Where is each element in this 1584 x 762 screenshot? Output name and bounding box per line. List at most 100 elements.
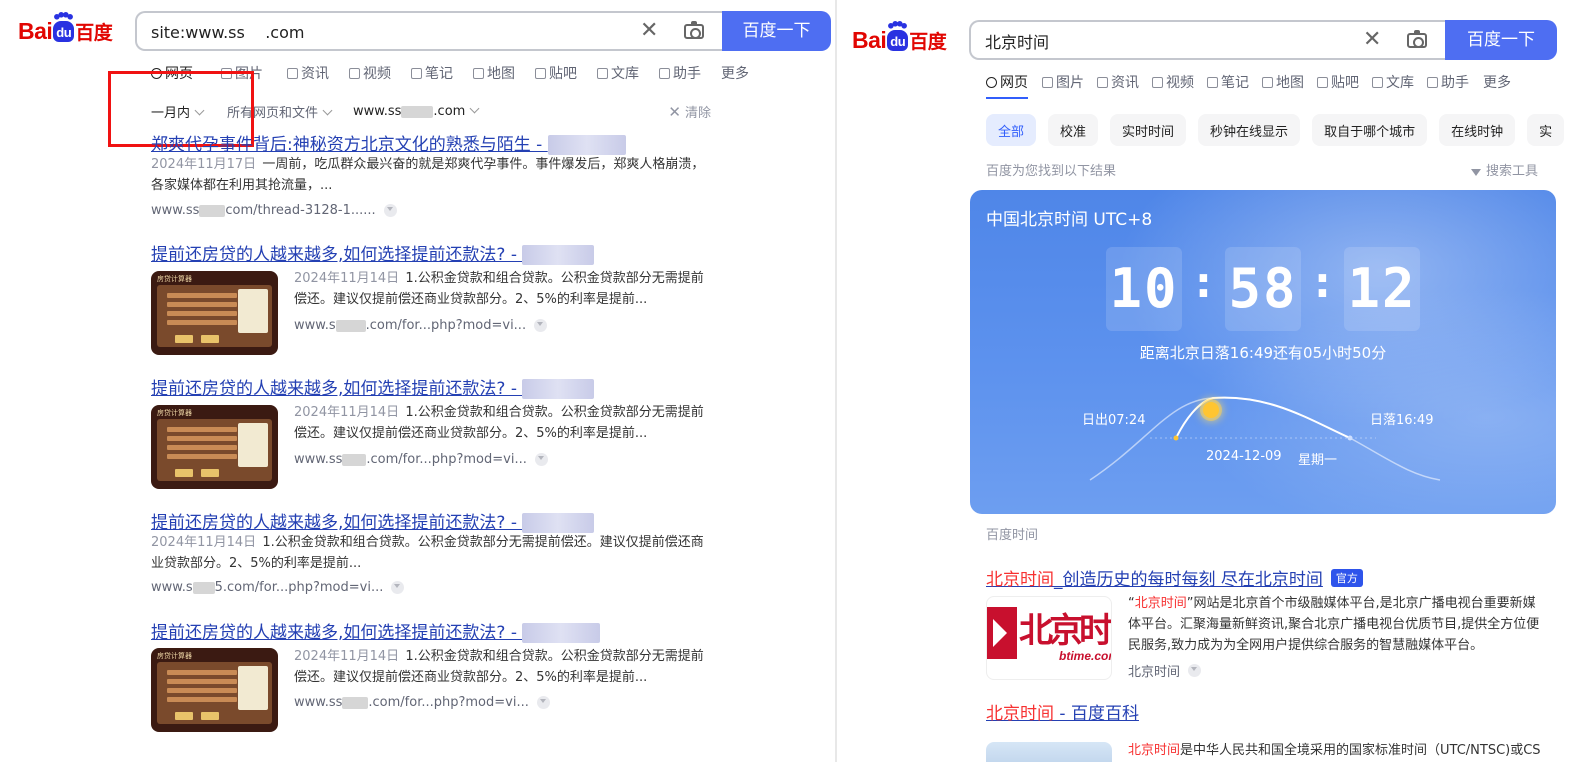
result-url[interactable]: www.ss .com/for...php?mod=vi... — [294, 695, 550, 710]
clock-colon: : — [1314, 258, 1331, 307]
ai-icon — [659, 67, 670, 79]
tab-label: 助手 — [673, 66, 701, 82]
tab-assistant[interactable]: 助手 — [659, 63, 701, 83]
title-keyword: 北京时间 — [986, 704, 1054, 724]
dropdown-icon[interactable] — [534, 453, 548, 466]
chip-calibrate[interactable]: 校准 — [1048, 114, 1099, 146]
search-input[interactable] — [985, 30, 1355, 52]
result-title-link[interactable]: 郑爽代孕事件背后:神秘资方北京文化的熟悉与陌生 - — [151, 130, 626, 155]
result-title-link[interactable]: 北京时间 - 百度百科 — [986, 699, 1139, 724]
chip-online-clock[interactable]: 在线时钟 — [1439, 114, 1516, 146]
clear-icon[interactable]: ✕ — [1363, 29, 1381, 51]
clock-title: 中国北京时间 UTC+8 — [986, 210, 1153, 230]
chip-city[interactable]: 取自于哪个城市 — [1312, 114, 1428, 146]
tab-wenku[interactable]: 文库 — [1372, 72, 1414, 99]
url-part: www.s — [151, 580, 193, 595]
tieba-icon — [535, 67, 546, 79]
tab-images[interactable]: 图片 — [1042, 72, 1084, 99]
sunset-time: 日落16:49 — [1370, 413, 1434, 428]
search-button[interactable]: 百度一下 — [1445, 20, 1557, 60]
dropdown-icon[interactable] — [391, 581, 405, 594]
tab-notes[interactable]: 笔记 — [411, 63, 453, 83]
tab-map[interactable]: 地图 — [1262, 72, 1304, 99]
tab-video[interactable]: 视频 — [349, 63, 391, 83]
clock-hours: 10 — [1106, 247, 1182, 331]
thumb-row — [167, 427, 237, 432]
thumb-header: 房贷计算器 — [157, 275, 192, 283]
dropdown-icon[interactable] — [383, 204, 397, 217]
result-title-link[interactable]: 提前还房贷的人越来越多,如何选择提前还款法? - — [151, 240, 595, 265]
tab-web[interactable]: 网页 — [986, 72, 1028, 99]
logo-text-bai: Bai — [852, 27, 887, 53]
result-url[interactable]: www.s .com/for...php?mod=vi... — [294, 318, 548, 333]
chip-all[interactable]: 全部 — [986, 114, 1037, 146]
tab-wenku[interactable]: 文库 — [597, 63, 639, 83]
url-part: 5.com/for...php?mod=vi... — [214, 580, 384, 595]
thumb-row — [167, 670, 237, 675]
url-part: www.s — [294, 318, 336, 333]
filter-clear-button[interactable]: ✕ 清除 — [668, 102, 711, 121]
result-date: 2024年11月14日 — [294, 405, 400, 420]
result-url[interactable]: www.ss .com/for...php?mod=vi... — [294, 452, 548, 467]
tab-more[interactable]: 更多 — [1483, 72, 1511, 99]
btime-logo[interactable]: 北京时间 btime.com — [986, 596, 1112, 680]
baidu-logo[interactable]: Bai du 百度 — [852, 21, 947, 54]
result-title-link[interactable]: 提前还房贷的人越来越多,如何选择提前还款法? - — [151, 374, 595, 399]
filter-site-tld: .com — [433, 104, 466, 119]
clear-icon[interactable]: ✕ — [640, 20, 658, 42]
tab-map[interactable]: 地图 — [473, 63, 515, 83]
result-date: 2024年11月14日 — [294, 649, 400, 664]
tab-notes[interactable]: 笔记 — [1207, 72, 1249, 99]
dropdown-icon[interactable] — [534, 319, 548, 332]
result-thumbnail[interactable]: 房贷计算器 — [151, 405, 278, 489]
tab-video[interactable]: 视频 — [1152, 72, 1194, 99]
filter-site[interactable]: www.ss .com — [353, 103, 480, 119]
desc-keyword: 北京时间 — [1128, 743, 1181, 758]
camera-icon[interactable] — [684, 21, 704, 39]
result-title-link[interactable]: 提前还房贷的人越来越多,如何选择提前还款法? - — [151, 618, 601, 643]
thumb-row — [167, 436, 237, 441]
sun-path-curve — [1089, 396, 1441, 481]
search-button[interactable]: 百度一下 — [722, 11, 831, 51]
baidu-logo[interactable]: Bai du 百度 — [18, 12, 113, 45]
tab-label: 地图 — [1276, 75, 1304, 91]
thumb-row — [167, 302, 237, 307]
chip-more[interactable]: 实 — [1527, 114, 1565, 146]
result-thumbnail[interactable]: 房贷计算器 — [151, 648, 278, 732]
search-tools-button[interactable]: 搜索工具 — [1471, 160, 1538, 179]
tab-label: 笔记 — [425, 66, 453, 82]
right-browser-pane: Baidu百度 ✕ 百度一下 网页 图片 资讯 视频 笔记 地图 贴吧 文库 助… — [837, 0, 1584, 762]
chip-realtime[interactable]: 实时时间 — [1110, 114, 1187, 146]
logo-text: 北京时间 — [1019, 611, 1111, 651]
result-url[interactable]: www.s 5.com/for...php?mod=vi... — [151, 580, 405, 595]
result-description: 2024年11月14日 1.公积金贷款和组合贷款。公积金贷款部分无需提前偿还。建… — [294, 402, 706, 444]
tab-tieba[interactable]: 贴吧 — [535, 63, 577, 83]
url-part: .com/for...php?mod=vi... — [366, 452, 527, 467]
result-count-text: 百度为您找到以下结果 — [986, 164, 1117, 179]
clock-weekday: 星期一 — [1298, 453, 1338, 468]
thumb-row — [167, 293, 237, 298]
dropdown-icon[interactable] — [536, 696, 550, 709]
dropdown-icon[interactable] — [1188, 664, 1202, 677]
news-icon — [1097, 76, 1108, 88]
tab-news[interactable]: 资讯 — [1097, 72, 1139, 99]
result-title-link[interactable]: 提前还房贷的人越来越多,如何选择提前还款法? - — [151, 508, 595, 533]
tab-assistant[interactable]: 助手 — [1427, 72, 1469, 99]
tab-more[interactable]: 更多 — [721, 63, 749, 83]
chevron-down-icon — [469, 103, 480, 114]
camera-icon[interactable] — [1407, 30, 1427, 48]
clock-colon: : — [1195, 258, 1212, 307]
result-title-text: _创造历史的每时每刻 尽在北京时间 — [1054, 570, 1323, 590]
tab-tieba[interactable]: 贴吧 — [1317, 72, 1359, 99]
result-source[interactable]: 北京时间 — [1128, 661, 1202, 680]
logo-text-cn: 百度 — [75, 22, 113, 44]
result-thumbnail[interactable]: 房贷计算器 — [151, 271, 278, 355]
chip-seconds[interactable]: 秒钟在线显示 — [1198, 114, 1301, 146]
result-title-link[interactable]: 北京时间_创造历史的每时每刻 尽在北京时间 官方 — [986, 565, 1363, 590]
note-icon — [1207, 76, 1218, 88]
tab-news[interactable]: 资讯 — [287, 63, 329, 83]
url-part: .com/for...php?mod=vi... — [368, 695, 529, 710]
result-thumbnail[interactable] — [986, 742, 1112, 762]
result-url[interactable]: www.ss com/thread-3128-1...... — [151, 203, 397, 218]
search-input[interactable] — [151, 21, 621, 43]
